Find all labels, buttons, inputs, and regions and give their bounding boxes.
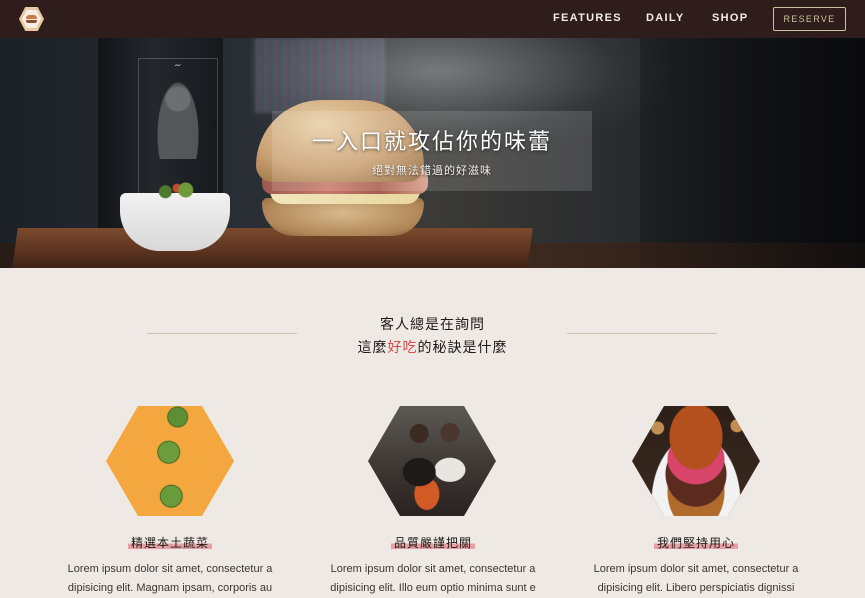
heading-divider-left bbox=[147, 333, 297, 334]
top-navbar: FEATURES DAILY SHOP RESERVE bbox=[0, 0, 865, 38]
reserve-button[interactable]: RESERVE bbox=[773, 7, 846, 31]
bottle-script-logo: ~ bbox=[173, 60, 183, 72]
hero-caption-box: 一入口就攻佔你的味蕾 絕對無法錯過的好滋味 bbox=[272, 111, 592, 191]
heading-accent-text: 好吃 bbox=[387, 340, 418, 356]
feature-text-line: Lorem ipsum dolor sit amet, consectetur … bbox=[67, 563, 273, 575]
feature-text-line: dipisicing elit. Libero perspiciatis dig… bbox=[597, 582, 795, 594]
section-heading-line2: 這麼好吃的秘訣是什麼 bbox=[300, 336, 565, 360]
bottle-monkey-illustration bbox=[156, 79, 200, 159]
nav-link-features[interactable]: FEATURES bbox=[553, 12, 622, 24]
feature-description: Lorem ipsum dolor sit amet, consectetur … bbox=[564, 560, 828, 598]
feature-text-line: dipisicing elit. Illo eum optio minima s… bbox=[330, 582, 536, 594]
hero-bowl-food bbox=[148, 181, 206, 199]
hero-subtitle: 絕對無法錯過的好滋味 bbox=[372, 164, 492, 177]
hero-title: 一入口就攻佔你的味蕾 bbox=[311, 130, 552, 155]
hero-cutting-board bbox=[12, 228, 533, 268]
feature-description: Lorem ipsum dolor sit amet, consectetur … bbox=[38, 560, 302, 598]
burger-logo-inner bbox=[22, 10, 41, 28]
hero-bowl-image bbox=[120, 193, 230, 251]
feature-text-line: Lorem ipsum dolor sit amet, consectetur … bbox=[330, 563, 536, 575]
feature-text-line: dipisicing elit. Magnam ipsam, corporis … bbox=[67, 582, 273, 594]
feature-title-text: 品質嚴謹把關 bbox=[390, 536, 475, 550]
section-heading: 客人總是在詢問 這麼好吃的秘訣是什麼 bbox=[300, 314, 565, 360]
feature-image-chefs-cooking bbox=[368, 406, 496, 516]
hero-banner: ~ 一入口就攻佔你的味蕾 絕對無法錯過的好滋味 bbox=[0, 38, 865, 268]
section-heading-line1: 客人總是在詢問 bbox=[380, 317, 485, 333]
feature-image-brussels-sprouts bbox=[106, 406, 234, 516]
heading-text-before: 這麼 bbox=[357, 340, 388, 356]
feature-title-text: 精選本土蔬菜 bbox=[127, 536, 212, 550]
nav-link-shop[interactable]: SHOP bbox=[712, 12, 748, 24]
feature-description: Lorem ipsum dolor sit amet, consectetur … bbox=[301, 560, 565, 598]
feature-image-burger bbox=[632, 406, 760, 516]
feature-text-line: Lorem ipsum dolor sit amet, consectetur … bbox=[593, 563, 799, 575]
feature-title-text: 我們堅持用心 bbox=[653, 536, 738, 550]
feature-title: 精選本土蔬菜 bbox=[38, 534, 302, 551]
hero-background-shadow bbox=[640, 38, 865, 268]
nav-link-daily[interactable]: DAILY bbox=[646, 12, 685, 24]
heading-divider-right bbox=[567, 333, 717, 334]
feature-title: 我們堅持用心 bbox=[564, 534, 828, 551]
feature-title: 品質嚴謹把關 bbox=[301, 534, 565, 551]
bottle-label-image: ~ bbox=[138, 58, 218, 198]
heading-text-after: 的秘訣是什麼 bbox=[417, 340, 508, 356]
burger-logo-icon[interactable] bbox=[19, 7, 44, 31]
